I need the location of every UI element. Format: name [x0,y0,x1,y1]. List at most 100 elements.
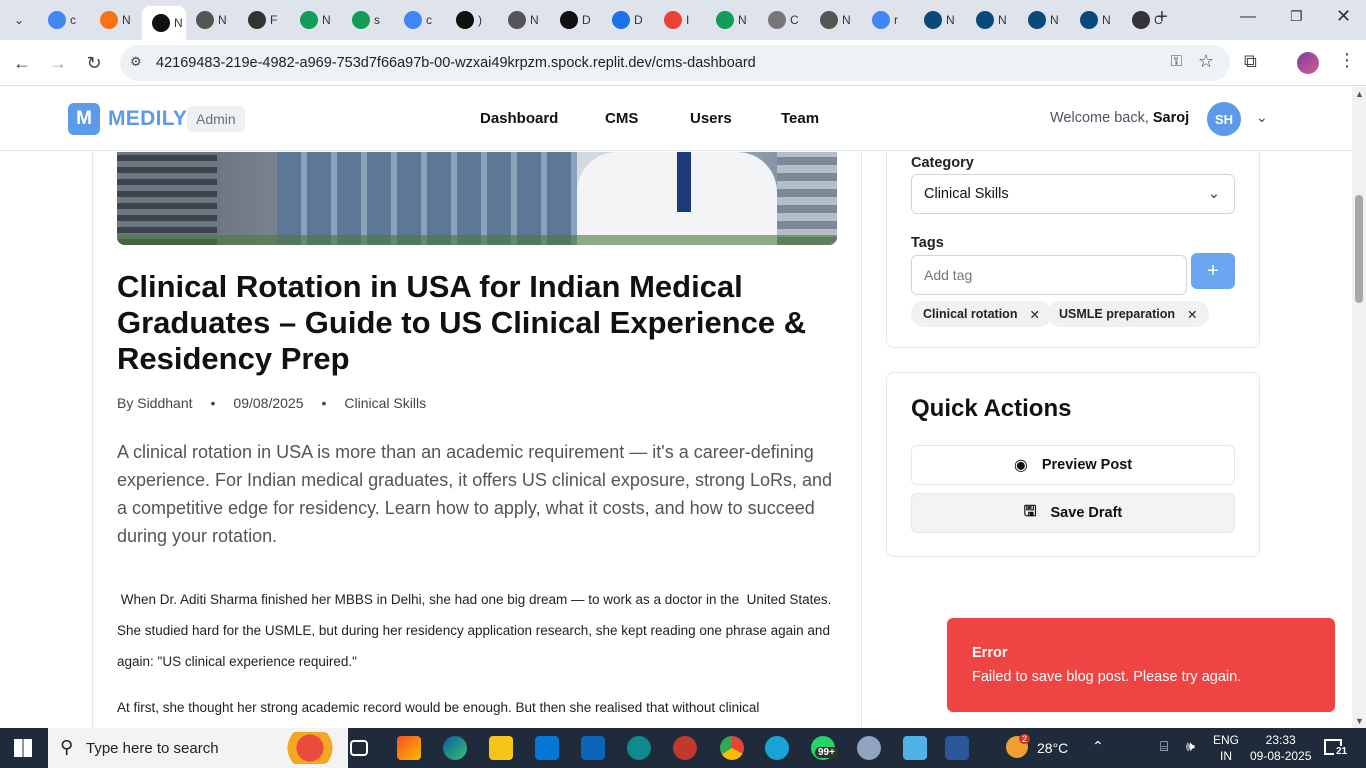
tab-label: N [1050,13,1059,27]
scrollbar-thumb[interactable] [1355,195,1363,303]
tab-favicon-icon [612,11,630,29]
browser-tab[interactable]: N [914,4,966,36]
site-info-icon[interactable]: ⚙ [130,54,142,70]
tab-favicon-icon [196,11,214,29]
user-avatar[interactable]: SH [1207,102,1241,136]
notepad-icon[interactable] [903,736,927,760]
chrome-icon[interactable] [720,736,744,760]
language-indicator[interactable]: ENG IN [1213,732,1239,764]
browser-tab[interactable]: I [654,4,706,36]
tab-label: c [426,13,432,27]
browser-tab[interactable]: N✕ [142,6,186,40]
article-lead: A clinical rotation in USA is more than … [117,442,833,546]
page-scrollbar[interactable]: ▲ ▼ [1352,87,1366,728]
preview-post-button[interactable]: ◉ Preview Post [911,445,1235,485]
browser-tab[interactable]: N [290,4,342,36]
browser-tab[interactable]: s [342,4,394,36]
new-tab-button[interactable]: + [1150,6,1174,34]
tab-favicon-icon [872,11,890,29]
browser-tab[interactable]: N [706,4,758,36]
nav-cms[interactable]: CMS [605,110,638,127]
browser-tab[interactable]: ) [446,4,498,36]
outlook-icon[interactable] [581,736,605,760]
edge-icon[interactable] [443,736,467,760]
bookmark-star-icon[interactable]: ☆ [1198,51,1214,72]
tab-label: D [634,13,643,27]
tag-input[interactable] [911,255,1187,295]
browser-tab[interactable]: D [550,4,602,36]
tab-label: c [70,13,76,27]
forward-button[interactable]: → [40,45,76,81]
password-key-icon[interactable]: ⚿ [1171,53,1182,70]
browser-tab[interactable]: N [810,4,862,36]
minimize-button[interactable]: — [1240,8,1256,26]
tab-label: D [582,13,591,27]
maximize-button[interactable]: ❐ [1290,8,1303,25]
remove-tag-icon[interactable]: ✕ [1029,307,1039,322]
article-category: Clinical Skills [344,395,427,411]
back-button[interactable]: ← [4,45,40,81]
save-draft-button[interactable]: 🖫 Save Draft [911,493,1235,533]
browser-tab[interactable]: N [186,4,238,36]
reload-button[interactable]: ↻ [76,45,112,81]
task-view-icon[interactable] [350,740,368,756]
address-bar[interactable]: ⚙ 42169483-219e-4982-a969-753d7f66a97b-0… [120,45,1230,81]
nav-dashboard[interactable]: Dashboard [480,110,558,127]
app-icon[interactable] [673,736,697,760]
remove-tag-icon[interactable]: ✕ [1187,307,1197,322]
browser-tab[interactable]: c [394,4,446,36]
tab-favicon-icon [560,11,578,29]
tab-favicon-icon [404,11,422,29]
app-icon[interactable] [857,736,881,760]
network-icon[interactable]: ⌸ [1160,738,1168,755]
clock-time: 23:33 [1265,733,1296,747]
quick-actions-card: Quick Actions ◉ Preview Post 🖫 Save Draf… [886,372,1260,557]
chevron-up-icon[interactable]: ⌃ [1092,738,1104,755]
error-toast: Error Failed to save blog post. Please t… [947,618,1335,712]
chevron-down-icon[interactable]: ⌄ [1256,109,1268,126]
browser-tab[interactable]: N [90,4,142,36]
tab-list-button[interactable]: ⌄ [0,0,38,40]
windows-taskbar: ⚲ Type here to search 99+ 2 28°C ⌃ ⌸ 🕪 E… [0,728,1366,768]
browser-tab[interactable]: N [1018,4,1070,36]
site-header: M MEDILY Admin Dashboard CMS Users Team … [0,87,1352,151]
app-icon[interactable] [627,736,651,760]
browser-menu-icon[interactable]: ⋮ [1338,50,1356,71]
volume-icon[interactable]: 🕪 [1186,738,1195,755]
word-icon[interactable] [945,736,969,760]
windows-start-icon[interactable] [14,739,32,757]
browser-tab[interactable]: N [498,4,550,36]
clock[interactable]: 23:33 09-08-2025 [1250,732,1311,764]
tab-label: N [530,13,539,27]
store-icon[interactable] [535,736,559,760]
browser-tab[interactable]: c [38,4,90,36]
nav-users[interactable]: Users [690,110,732,127]
tab-favicon-icon [820,11,838,29]
nav-team[interactable]: Team [781,110,819,127]
browser-tab[interactable]: F [238,4,290,36]
brand-name[interactable]: MEDILY [108,107,187,131]
close-window-button[interactable]: ✕ [1336,6,1351,27]
category-select[interactable]: Clinical Skills ⌄ [911,174,1235,214]
browser-tab[interactable]: C [758,4,810,36]
article-paragraph: At first, she thought her strong academi… [117,700,760,715]
category-value: Clinical Skills [924,186,1009,202]
browser-tab[interactable]: r [862,4,914,36]
extensions-icon[interactable]: ⧉ [1244,51,1257,72]
tab-favicon-icon [456,11,474,29]
tab-favicon-icon [300,11,318,29]
temperature[interactable]: 28°C [1037,740,1068,756]
add-tag-button[interactable]: + [1191,253,1235,289]
browser-tab[interactable]: N [966,4,1018,36]
office-app-icon[interactable] [397,736,421,760]
profile-avatar-icon[interactable] [1297,52,1319,74]
browser-tab[interactable]: D [602,4,654,36]
taskbar-search[interactable]: ⚲ Type here to search [48,728,348,768]
browser-tab[interactable]: N [1070,4,1122,36]
logo-mark[interactable]: M [68,103,100,135]
language-line1: ENG [1213,733,1240,747]
canva-icon[interactable] [765,736,789,760]
tab-label: N [738,13,747,27]
meta-separator: • [321,395,327,411]
file-explorer-icon[interactable] [489,736,513,760]
